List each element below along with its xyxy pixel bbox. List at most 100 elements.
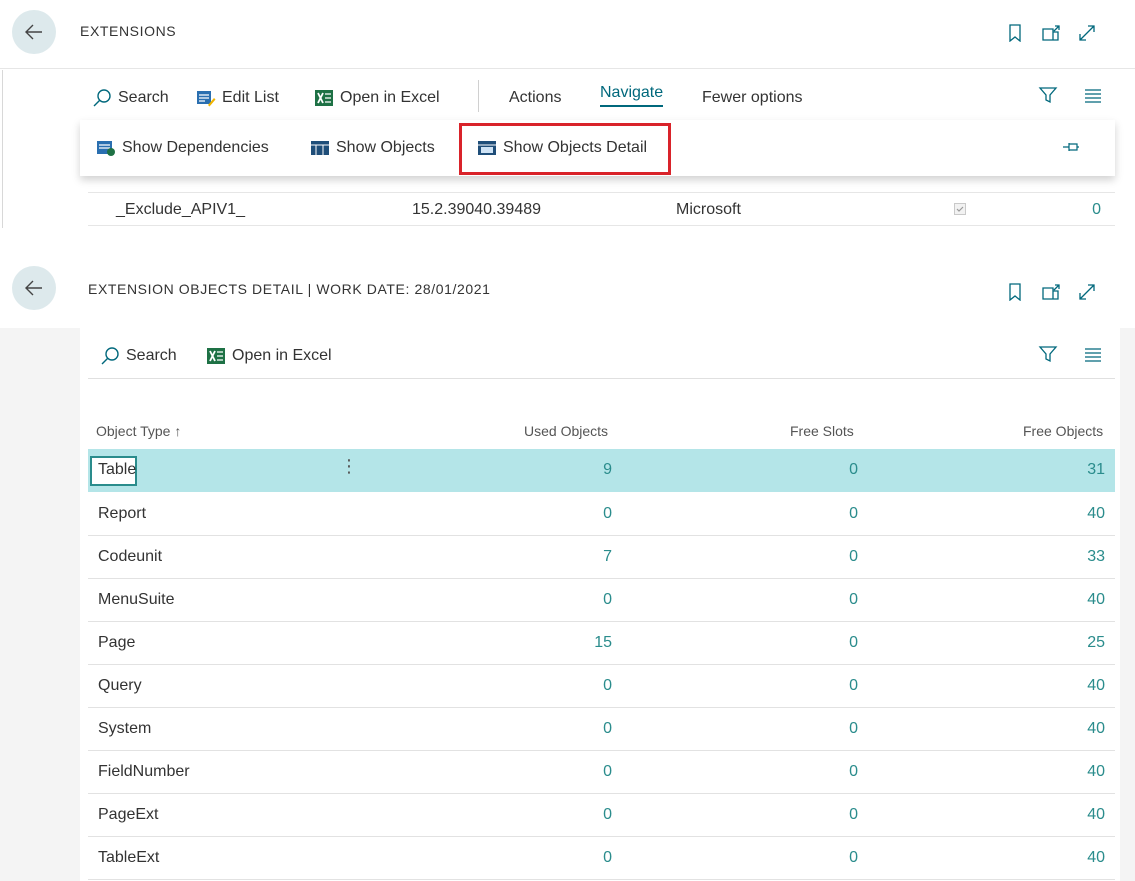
search-label: Search [118,89,169,106]
title-actions [1004,22,1098,44]
column-header-object-type[interactable]: Object Type ↑ [96,423,181,439]
open-in-excel-button[interactable]: Open in Excel [314,89,440,107]
list-view-icon[interactable] [1084,345,1102,368]
free-objects: 40 [1087,505,1105,522]
table-row[interactable]: Page 15 0 25 [88,622,1115,665]
edit-list-button[interactable]: Edit List [196,89,279,107]
header-divider [0,68,1135,69]
extension-publisher: Microsoft [676,201,741,218]
bookmark-icon[interactable] [1004,22,1026,44]
search-label: Search [126,347,177,364]
show-dependencies-item[interactable]: Show Dependencies [96,139,269,157]
free-objects: 33 [1087,548,1105,565]
toolbar-separator [478,80,479,112]
table-row[interactable]: _Exclude_APIV1_ 15.2.39040.39489 Microso… [88,192,1115,226]
edit-list-icon [197,91,216,107]
free-slots: 0 [849,806,858,823]
free-slots: 0 [849,548,858,565]
toolbar-divider [88,378,1115,379]
open-in-excel-label: Open in Excel [340,89,440,106]
table-row[interactable]: Codeunit 7 0 33 [88,536,1115,579]
used-objects: 0 [603,763,612,780]
free-slots: 0 [849,591,858,608]
action-bar: Search Open in Excel [100,343,1115,369]
open-new-window-icon[interactable] [1040,22,1062,44]
object-type: Report [98,505,147,522]
dependencies-icon [97,141,115,156]
table-row[interactable]: Query 0 0 40 [88,665,1115,708]
free-slots: 0 [849,720,858,737]
free-slots: 0 [849,634,858,651]
search-button[interactable]: Search [92,88,169,108]
free-slots: 0 [849,461,858,478]
column-header-free-objects[interactable]: Free Objects [1023,423,1103,439]
back-arrow-icon [25,280,42,296]
free-objects: 31 [1087,461,1105,478]
back-button[interactable] [12,10,56,54]
expand-icon[interactable] [1076,22,1098,44]
open-in-excel-label: Open in Excel [232,347,332,364]
free-slots: 0 [849,763,858,780]
show-objects-label: Show Objects [336,139,435,156]
free-objects: 25 [1087,634,1105,651]
excel-icon [315,90,333,106]
object-type: FieldNumber [98,763,190,780]
object-type: System [98,720,152,737]
installed-checkbox[interactable] [954,202,966,220]
free-objects: 40 [1087,849,1105,866]
free-objects: 40 [1087,806,1105,823]
bookmark-icon[interactable] [1004,281,1026,303]
free-slots: 0 [849,505,858,522]
free-objects: 40 [1087,677,1105,694]
column-header-free-slots[interactable]: Free Slots [790,423,854,439]
table-row[interactable]: MenuSuite 0 0 40 [88,579,1115,622]
open-in-excel-button[interactable]: Open in Excel [206,347,332,365]
excel-icon [207,348,225,364]
expand-icon[interactable] [1076,281,1098,303]
more-options-icon[interactable]: ⋮ [340,457,358,475]
free-slots: 0 [849,677,858,694]
free-objects: 40 [1087,591,1105,608]
table-row[interactable]: TableExt 0 0 40 [88,837,1115,880]
free-slots: 0 [849,849,858,866]
show-dependencies-label: Show Dependencies [122,139,269,156]
title-actions [1004,281,1098,303]
search-icon [93,89,111,107]
objects-icon [311,141,329,155]
object-type: PageExt [98,806,159,823]
annotation-highlight [459,123,671,175]
filter-icon[interactable] [1038,344,1058,369]
table-row[interactable]: System 0 0 40 [88,708,1115,751]
search-button[interactable]: Search [100,346,177,366]
table-row[interactable]: PageExt 0 0 40 [88,794,1115,837]
navigate-menu[interactable]: Navigate [600,84,664,107]
used-objects: 9 [603,461,612,478]
table-row[interactable]: FieldNumber 0 0 40 [88,751,1115,794]
pin-icon[interactable] [1062,140,1080,159]
object-type: Codeunit [98,548,163,565]
ranges-value[interactable]: 0 [1092,201,1101,219]
used-objects: 0 [603,591,612,608]
actions-menu[interactable]: Actions [509,89,561,107]
open-new-window-icon[interactable] [1040,281,1062,303]
object-type: MenuSuite [98,591,175,608]
object-type: Query [98,677,142,694]
object-type: Table [98,461,137,478]
extension-version: 15.2.39040.39489 [412,201,542,218]
table-row[interactable]: Report 0 0 40 [88,493,1115,536]
list-view-icon[interactable] [1084,86,1102,109]
page-title: EXTENSION OBJECTS DETAIL | WORK DATE: 28… [88,281,491,297]
extension-name: _Exclude_APIV1_ [116,201,245,218]
back-button[interactable] [12,266,56,310]
fewer-options-button[interactable]: Fewer options [702,89,803,107]
object-type: Page [98,634,136,651]
show-objects-item[interactable]: Show Objects [310,139,435,157]
panel-edge [2,70,3,228]
used-objects: 0 [603,505,612,522]
used-objects: 0 [603,720,612,737]
used-objects: 15 [594,634,612,651]
column-header-used-objects[interactable]: Used Objects [524,423,608,439]
filter-icon[interactable] [1038,85,1058,110]
table-row[interactable]: Table ⋮ 9 0 31 [88,449,1115,492]
object-type: TableExt [98,849,160,866]
